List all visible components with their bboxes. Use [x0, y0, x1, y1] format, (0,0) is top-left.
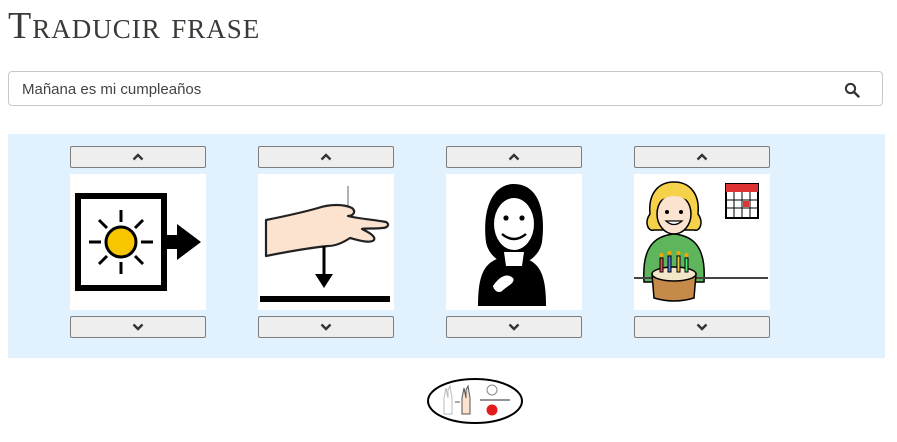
next-option-button[interactable]: [634, 316, 770, 338]
previous-option-button[interactable]: [258, 146, 394, 168]
search-field[interactable]: Mañana es mi cumpleaños: [8, 71, 883, 106]
previous-option-button[interactable]: [634, 146, 770, 168]
sign-language-logo-icon[interactable]: [426, 376, 524, 426]
pictogram-card-1: [70, 146, 206, 338]
pictogram-image-1[interactable]: [70, 174, 206, 310]
next-option-button[interactable]: [70, 316, 206, 338]
chevron-up-icon: [508, 153, 520, 161]
birthday-cake-pictogram: [634, 181, 768, 302]
chevron-down-icon: [320, 323, 332, 331]
pictogram-image-2[interactable]: [258, 174, 394, 310]
chevron-up-icon: [320, 153, 332, 161]
next-option-button[interactable]: [446, 316, 582, 338]
sun-arrow-pictogram: [75, 193, 201, 291]
next-option-button[interactable]: [258, 316, 394, 338]
pictogram-image-4[interactable]: [634, 174, 770, 310]
search-input[interactable]: Mañana es mi cumpleaños: [22, 81, 201, 98]
page-title: Traducir frase: [8, 5, 261, 47]
search-icon[interactable]: [844, 82, 860, 98]
chevron-up-icon: [132, 153, 144, 161]
previous-option-button[interactable]: [70, 146, 206, 168]
pictogram-card-3: [446, 146, 582, 338]
chevron-down-icon: [508, 323, 520, 331]
previous-option-button[interactable]: [446, 146, 582, 168]
woman-self-pictogram: [478, 184, 546, 306]
hand-down-pictogram: [260, 186, 390, 302]
chevron-down-icon: [132, 323, 144, 331]
pictogram-image-3[interactable]: [446, 174, 582, 310]
chevron-down-icon: [696, 323, 708, 331]
pictogram-card-2: [258, 146, 394, 338]
pictogram-card-4: [634, 146, 770, 338]
chevron-up-icon: [696, 153, 708, 161]
